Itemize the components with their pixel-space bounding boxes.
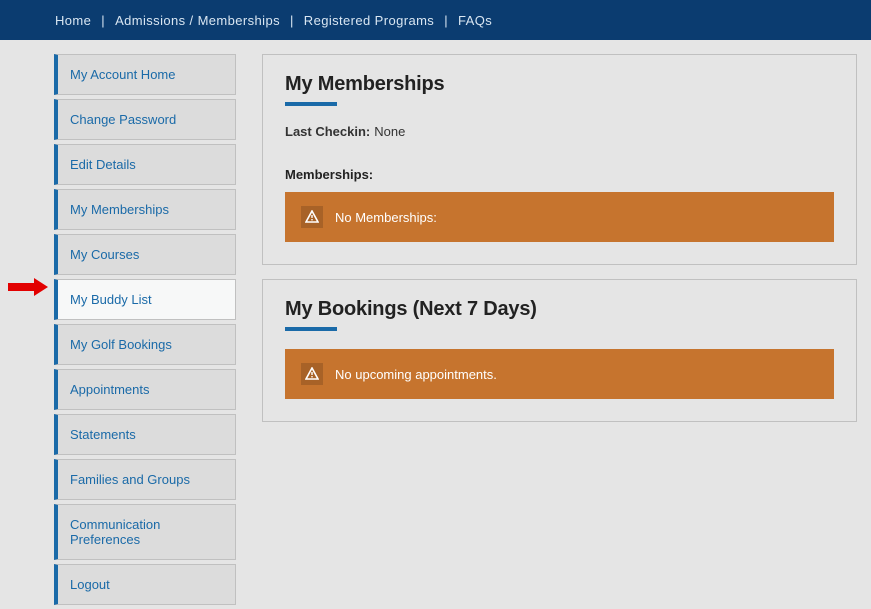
- nav-faqs[interactable]: FAQs: [458, 13, 492, 28]
- sidebar-item-my-courses[interactable]: My Courses: [54, 234, 236, 275]
- my-bookings-panel: My Bookings (Next 7 Days) No upcoming ap…: [262, 279, 857, 422]
- nav-admissions[interactable]: Admissions / Memberships: [115, 13, 280, 28]
- main-content: My Memberships Last Checkin: None Member…: [248, 54, 871, 609]
- nav-separator: |: [444, 13, 448, 28]
- sidebar-item-families-and-groups[interactable]: Families and Groups: [54, 459, 236, 500]
- last-checkin-value: None: [374, 124, 405, 139]
- sidebar-item-account-home[interactable]: My Account Home: [54, 54, 236, 95]
- sidebar-item-appointments[interactable]: Appointments: [54, 369, 236, 410]
- nav-home[interactable]: Home: [55, 13, 91, 28]
- sidebar-item-statements[interactable]: Statements: [54, 414, 236, 455]
- memberships-heading: My Memberships: [285, 73, 834, 96]
- nav-separator: |: [290, 13, 294, 28]
- no-memberships-alert: No Memberships:: [285, 192, 834, 242]
- sidebar-item-my-memberships[interactable]: My Memberships: [54, 189, 236, 230]
- sidebar-item-my-buddy-list[interactable]: My Buddy List: [54, 279, 236, 320]
- heading-underline: [285, 102, 337, 106]
- top-nav: Home | Admissions / Memberships | Regist…: [0, 0, 871, 40]
- warning-icon: [301, 363, 323, 385]
- sidebar-item-logout[interactable]: Logout: [54, 564, 236, 605]
- heading-underline: [285, 327, 337, 331]
- sidebar-item-change-password[interactable]: Change Password: [54, 99, 236, 140]
- no-bookings-alert: No upcoming appointments.: [285, 349, 834, 399]
- sidebar-item-communication-preferences[interactable]: Communication Preferences: [54, 504, 236, 560]
- my-memberships-panel: My Memberships Last Checkin: None Member…: [262, 54, 857, 265]
- memberships-section-label: Memberships:: [285, 167, 834, 182]
- nav-registered-programs[interactable]: Registered Programs: [304, 13, 434, 28]
- bookings-heading: My Bookings (Next 7 Days): [285, 298, 834, 321]
- sidebar-item-edit-details[interactable]: Edit Details: [54, 144, 236, 185]
- no-bookings-text: No upcoming appointments.: [335, 367, 497, 382]
- last-checkin-label: Last Checkin:: [285, 124, 370, 139]
- nav-separator: |: [101, 13, 105, 28]
- pointer-arrow-icon: [8, 278, 48, 296]
- sidebar: My Account Home Change Password Edit Det…: [0, 54, 248, 609]
- warning-icon: [301, 206, 323, 228]
- no-memberships-text: No Memberships:: [335, 210, 437, 225]
- sidebar-item-my-golf-bookings[interactable]: My Golf Bookings: [54, 324, 236, 365]
